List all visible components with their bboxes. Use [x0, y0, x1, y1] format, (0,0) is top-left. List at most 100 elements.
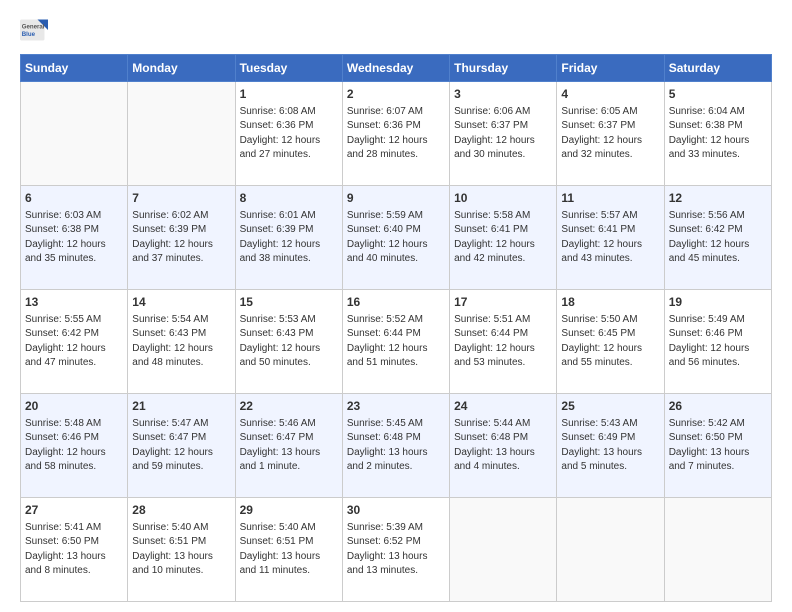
weekday-header-friday: Friday	[557, 55, 664, 82]
day-info: Sunrise: 5:46 AM Sunset: 6:47 PM Dayligh…	[240, 417, 338, 475]
day-cell	[128, 82, 235, 186]
day-info: Sunrise: 6:01 AM Sunset: 6:39 PM Dayligh…	[240, 209, 338, 267]
day-cell: 13Sunrise: 5:55 AM Sunset: 6:42 PM Dayli…	[21, 290, 128, 394]
day-number: 14	[132, 294, 230, 311]
day-cell	[557, 498, 664, 602]
weekday-header-thursday: Thursday	[450, 55, 557, 82]
day-number: 27	[25, 502, 123, 519]
day-info: Sunrise: 5:40 AM Sunset: 6:51 PM Dayligh…	[240, 521, 338, 579]
day-info: Sunrise: 5:47 AM Sunset: 6:47 PM Dayligh…	[132, 417, 230, 475]
page: General Blue SundayMondayTuesdayWednesda…	[0, 0, 792, 612]
weekday-header-saturday: Saturday	[664, 55, 771, 82]
week-row-3: 13Sunrise: 5:55 AM Sunset: 6:42 PM Dayli…	[21, 290, 772, 394]
day-cell: 3 Sunrise: 6:06 AM Sunset: 6:37 PM Daylig…	[450, 82, 557, 186]
day-cell: 22Sunrise: 5:46 AM Sunset: 6:47 PM Dayli…	[235, 394, 342, 498]
day-cell: 14 Sunrise: 5:54 AM Sunset: 6:43 PM Dayli…	[128, 290, 235, 394]
week-row-2: 6 Sunrise: 6:03 AM Sunset: 6:38 PM Daylig…	[21, 186, 772, 290]
day-number: 25	[561, 398, 659, 415]
day-number: 4	[561, 86, 659, 103]
day-info: Sunrise: 6:02 AM Sunset: 6:39 PM Dayligh…	[132, 209, 230, 267]
day-number: 15	[240, 294, 338, 311]
day-cell: 28Sunrise: 5:40 AM Sunset: 6:51 PM Dayli…	[128, 498, 235, 602]
day-cell: 21 Sunrise: 5:47 AM Sunset: 6:47 PM Dayli…	[128, 394, 235, 498]
day-cell: 23 Sunrise: 5:45 AM Sunset: 6:48 PM Dayli…	[342, 394, 449, 498]
day-cell: 16Sunrise: 5:52 AM Sunset: 6:44 PM Dayli…	[342, 290, 449, 394]
day-info: Sunrise: 5:54 AM Sunset: 6:43 PM Dayligh…	[132, 313, 230, 371]
day-info: Sunrise: 5:49 AM Sunset: 6:46 PM Dayligh…	[669, 313, 767, 371]
day-info: Sunrise: 5:43 AM Sunset: 6:49 PM Dayligh…	[561, 417, 659, 475]
day-number: 19	[669, 294, 767, 311]
day-cell: 15 Sunrise: 5:53 AM Sunset: 6:43 PM Dayli…	[235, 290, 342, 394]
day-cell	[450, 498, 557, 602]
day-cell: 25 Sunrise: 5:43 AM Sunset: 6:49 PM Dayli…	[557, 394, 664, 498]
day-number: 1	[240, 86, 338, 103]
day-number: 29	[240, 502, 338, 519]
day-cell	[21, 82, 128, 186]
day-number: 16	[347, 294, 445, 311]
day-number: 5	[669, 86, 767, 103]
day-info: Sunrise: 6:08 AM Sunset: 6:36 PM Dayligh…	[240, 105, 338, 163]
day-info: Sunrise: 5:39 AM Sunset: 6:52 PM Dayligh…	[347, 521, 445, 579]
calendar-table: SundayMondayTuesdayWednesdayThursdayFrid…	[20, 54, 772, 602]
day-number: 18	[561, 294, 659, 311]
day-cell: 4 Sunrise: 6:05 AM Sunset: 6:37 PM Daylig…	[557, 82, 664, 186]
day-info: Sunrise: 5:56 AM Sunset: 6:42 PM Dayligh…	[669, 209, 767, 267]
day-cell: 30 Sunrise: 5:39 AM Sunset: 6:52 PM Dayli…	[342, 498, 449, 602]
day-cell: 10 Sunrise: 5:58 AM Sunset: 6:41 PM Dayli…	[450, 186, 557, 290]
svg-text:Blue: Blue	[22, 31, 36, 38]
day-number: 9	[347, 190, 445, 207]
day-cell: 5 Sunrise: 6:04 AM Sunset: 6:38 PM Daylig…	[664, 82, 771, 186]
day-cell: 18 Sunrise: 5:50 AM Sunset: 6:45 PM Dayli…	[557, 290, 664, 394]
day-number: 23	[347, 398, 445, 415]
day-cell: 1 Sunrise: 6:08 AM Sunset: 6:36 PM Daylig…	[235, 82, 342, 186]
day-number: 30	[347, 502, 445, 519]
day-cell: 17Sunrise: 5:51 AM Sunset: 6:44 PM Dayli…	[450, 290, 557, 394]
day-cell: 26 Sunrise: 5:42 AM Sunset: 6:50 PM Dayli…	[664, 394, 771, 498]
week-row-1: 1 Sunrise: 6:08 AM Sunset: 6:36 PM Daylig…	[21, 82, 772, 186]
weekday-header-tuesday: Tuesday	[235, 55, 342, 82]
day-number: 12	[669, 190, 767, 207]
day-cell: 6 Sunrise: 6:03 AM Sunset: 6:38 PM Daylig…	[21, 186, 128, 290]
day-cell: 8Sunrise: 6:01 AM Sunset: 6:39 PM Daylig…	[235, 186, 342, 290]
week-row-4: 20Sunrise: 5:48 AM Sunset: 6:46 PM Dayli…	[21, 394, 772, 498]
day-number: 11	[561, 190, 659, 207]
day-number: 3	[454, 86, 552, 103]
day-cell: 29 Sunrise: 5:40 AM Sunset: 6:51 PM Dayli…	[235, 498, 342, 602]
day-cell: 9Sunrise: 5:59 AM Sunset: 6:40 PM Daylig…	[342, 186, 449, 290]
day-info: Sunrise: 5:58 AM Sunset: 6:41 PM Dayligh…	[454, 209, 552, 267]
day-cell: 2Sunrise: 6:07 AM Sunset: 6:36 PM Daylig…	[342, 82, 449, 186]
day-info: Sunrise: 5:45 AM Sunset: 6:48 PM Dayligh…	[347, 417, 445, 475]
day-info: Sunrise: 5:53 AM Sunset: 6:43 PM Dayligh…	[240, 313, 338, 371]
day-info: Sunrise: 6:03 AM Sunset: 6:38 PM Dayligh…	[25, 209, 123, 267]
logo-icon: General Blue	[20, 16, 48, 44]
day-cell: 24 Sunrise: 5:44 AM Sunset: 6:48 PM Dayli…	[450, 394, 557, 498]
day-info: Sunrise: 5:41 AM Sunset: 6:50 PM Dayligh…	[25, 521, 123, 579]
day-info: Sunrise: 5:55 AM Sunset: 6:42 PM Dayligh…	[25, 313, 123, 371]
day-number: 28	[132, 502, 230, 519]
day-info: Sunrise: 5:57 AM Sunset: 6:41 PM Dayligh…	[561, 209, 659, 267]
header: General Blue	[20, 16, 772, 44]
day-cell: 7 Sunrise: 6:02 AM Sunset: 6:39 PM Daylig…	[128, 186, 235, 290]
day-info: Sunrise: 6:05 AM Sunset: 6:37 PM Dayligh…	[561, 105, 659, 163]
day-cell	[664, 498, 771, 602]
day-cell: 12 Sunrise: 5:56 AM Sunset: 6:42 PM Dayli…	[664, 186, 771, 290]
day-number: 26	[669, 398, 767, 415]
logo: General Blue	[20, 16, 52, 44]
day-number: 24	[454, 398, 552, 415]
weekday-header-monday: Monday	[128, 55, 235, 82]
day-info: Sunrise: 5:51 AM Sunset: 6:44 PM Dayligh…	[454, 313, 552, 371]
day-number: 21	[132, 398, 230, 415]
day-cell: 11 Sunrise: 5:57 AM Sunset: 6:41 PM Dayli…	[557, 186, 664, 290]
day-number: 7	[132, 190, 230, 207]
day-info: Sunrise: 5:42 AM Sunset: 6:50 PM Dayligh…	[669, 417, 767, 475]
day-number: 10	[454, 190, 552, 207]
day-info: Sunrise: 5:48 AM Sunset: 6:46 PM Dayligh…	[25, 417, 123, 475]
day-number: 2	[347, 86, 445, 103]
weekday-header-wednesday: Wednesday	[342, 55, 449, 82]
day-cell: 20Sunrise: 5:48 AM Sunset: 6:46 PM Dayli…	[21, 394, 128, 498]
day-info: Sunrise: 5:44 AM Sunset: 6:48 PM Dayligh…	[454, 417, 552, 475]
day-info: Sunrise: 5:50 AM Sunset: 6:45 PM Dayligh…	[561, 313, 659, 371]
day-number: 6	[25, 190, 123, 207]
day-info: Sunrise: 6:06 AM Sunset: 6:37 PM Dayligh…	[454, 105, 552, 163]
day-info: Sunrise: 6:04 AM Sunset: 6:38 PM Dayligh…	[669, 105, 767, 163]
